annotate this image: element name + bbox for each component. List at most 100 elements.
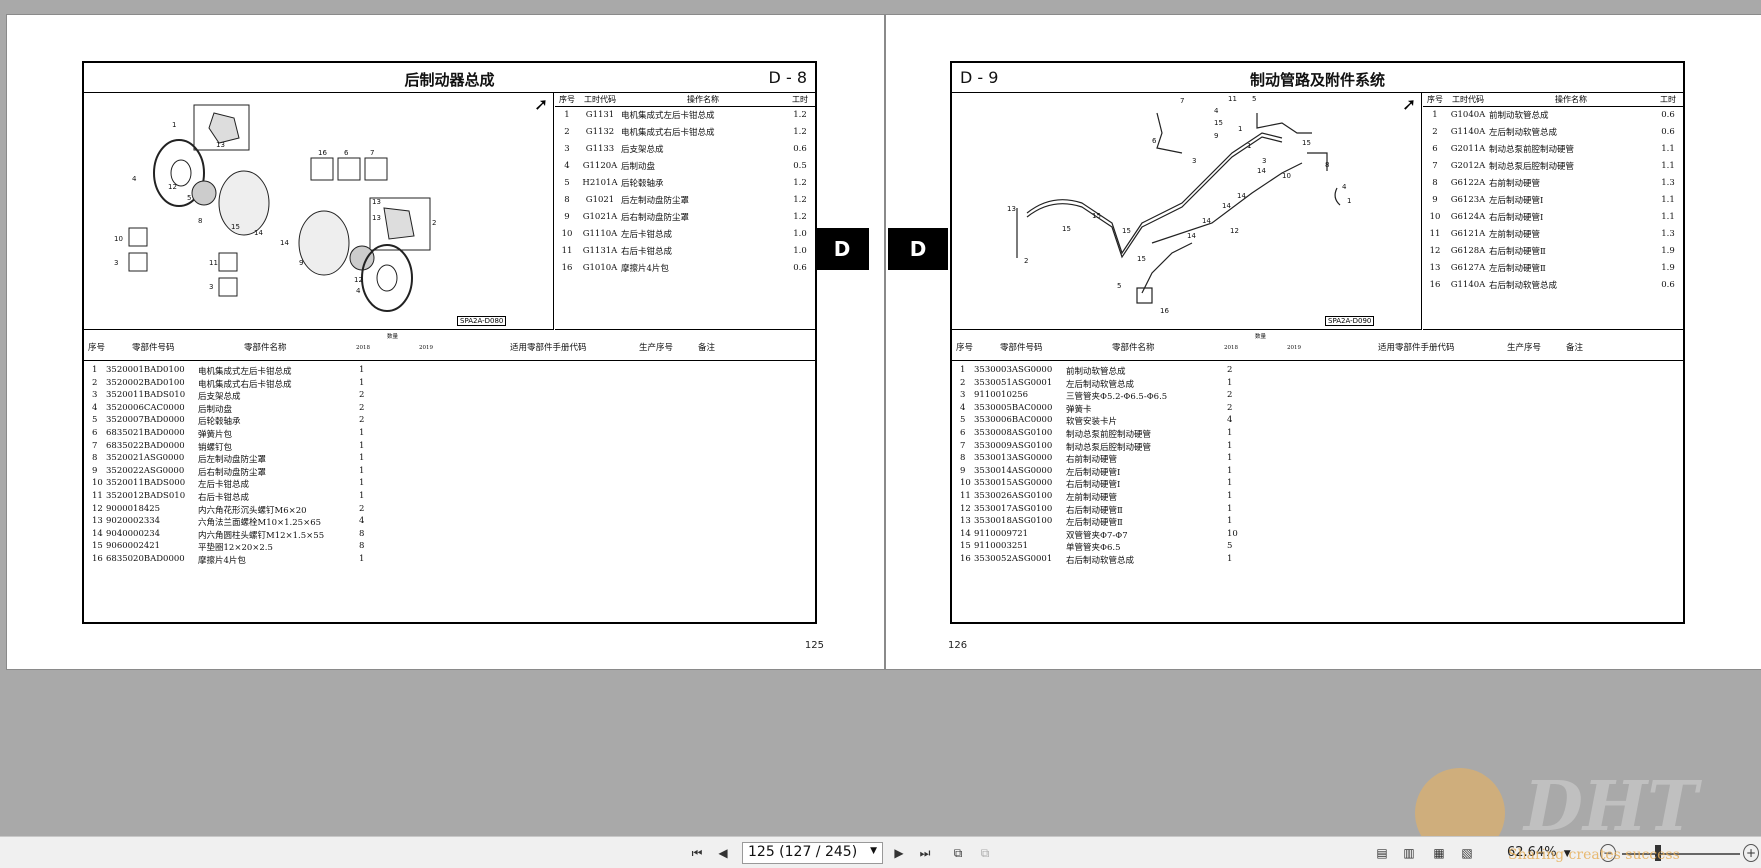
- svg-text:7: 7: [1180, 97, 1184, 105]
- ops-no: 10: [561, 228, 573, 239]
- svg-text:15: 15: [1137, 255, 1146, 263]
- ops-name: 右前制动硬管: [1489, 178, 1541, 189]
- table-row: 7 3530009ASG0100 制动总泵后腔制动硬管 1: [952, 441, 1683, 454]
- first-page-icon[interactable]: ⏮: [688, 844, 706, 862]
- part-name: 摩擦片4片包: [198, 555, 246, 566]
- part-name: 内六角花形沉头螺钉M6×20: [198, 505, 307, 516]
- continuous-view-icon[interactable]: ▥: [1400, 844, 1418, 862]
- table-row: 6 6835021BAD0000 弹簧片包 1: [84, 428, 815, 441]
- ops-hours: 1.1: [1661, 211, 1675, 222]
- section-code: D - 8: [768, 68, 807, 87]
- part-qty: 1: [1227, 503, 1233, 514]
- part-name: 左后制动硬管Ⅱ: [1066, 518, 1123, 529]
- ops-row: 13 G6127A 左后制动硬管Ⅱ 1.9: [1423, 259, 1683, 276]
- svg-text:15: 15: [1302, 139, 1311, 147]
- ops-row: 16 G1140A 右后制动软管总成 0.6: [1423, 276, 1683, 293]
- ops-code: H2101A: [582, 177, 618, 188]
- ops-name: 后右制动盘防尘罩: [621, 212, 690, 223]
- ops-hours: 1.9: [1661, 245, 1675, 256]
- hdr-note: 备注: [698, 343, 716, 353]
- hdr-qty: 数量: [1255, 334, 1267, 340]
- svg-text:5: 5: [187, 194, 191, 202]
- part-name: 平垫圈12×20×2.5: [198, 543, 273, 554]
- ops-name: 后制动盘: [621, 161, 656, 172]
- ops-row: 11 G6121A 左前制动硬管 1.3: [1423, 225, 1683, 242]
- next-page-icon[interactable]: ▶: [890, 844, 908, 862]
- part-name: 前制动软管总成: [1066, 367, 1126, 377]
- ops-hours: 1.1: [1661, 143, 1675, 154]
- parts-list: 1 3530003ASG0000 前制动软管总成 2 2 3530051ASG0001 左后…: [952, 365, 1683, 567]
- ops-name: 右后制动硬管Ⅱ: [1489, 246, 1546, 257]
- page-left: 后制动器总成 D - 8 1 13 16 6 7 4 12 5 8 15 14 …: [6, 14, 885, 670]
- ops-code: G1140A: [1450, 279, 1486, 290]
- part-number: 9110010256: [974, 390, 1029, 401]
- ops-code: G6124A: [1450, 211, 1486, 222]
- watermark-slogan: Sharing creates success: [1508, 847, 1680, 863]
- ops-code: G1140A: [1450, 126, 1486, 137]
- ops-code: G6122A: [1450, 177, 1486, 188]
- content-frame: 后制动器总成 D - 8 1 13 16 6 7 4 12 5 8 15 14 …: [82, 61, 817, 624]
- part-number: 3520021ASG0000: [106, 453, 185, 464]
- part-number: 9040000234: [106, 528, 161, 539]
- part-name: 后右制动盘防尘罩: [198, 467, 267, 478]
- ops-hours: 1.2: [793, 126, 807, 137]
- table-row: 14 9040000234 内六角圆柱头螺钉M12×1.5×55 8: [84, 529, 815, 542]
- svg-text:14: 14: [1202, 217, 1211, 225]
- part-no: 6: [92, 427, 98, 438]
- ops-hours: 1.3: [1661, 177, 1675, 188]
- part-no: 1: [92, 365, 98, 375]
- two-page-view-icon[interactable]: ▦: [1430, 844, 1448, 862]
- ops-row: 4 G1120A 后制动盘 0.5: [555, 157, 815, 174]
- ops-hours: 0.6: [1661, 279, 1675, 290]
- part-qty: 4: [1227, 415, 1233, 426]
- svg-text:14: 14: [1237, 192, 1246, 200]
- svg-text:12: 12: [1230, 227, 1239, 235]
- single-page-view-icon[interactable]: ▤: [1373, 844, 1391, 862]
- ops-row: 1 G1131 电机集成式左后卡钳总成 1.2: [555, 106, 815, 123]
- part-no: 2: [92, 377, 98, 388]
- part-no: 2: [960, 377, 966, 388]
- table-row: 1 3530003ASG0000 前制动软管总成 2: [952, 365, 1683, 378]
- ops-code: G2012A: [1450, 160, 1486, 171]
- svg-text:6: 6: [1152, 137, 1157, 145]
- diagram-ref-code: SPA2A-D080: [457, 316, 507, 326]
- last-page-icon[interactable]: ⏭: [915, 844, 935, 862]
- parts-table-header: 序号 零部件号码 零部件名称 数量 2018 2019 适用零部件手册代码 生产…: [84, 331, 815, 361]
- prev-page-icon[interactable]: ◀: [714, 844, 732, 862]
- col-no: 序号: [555, 93, 579, 107]
- svg-text:13: 13: [372, 198, 381, 206]
- svg-text:14: 14: [1187, 232, 1196, 240]
- chevron-down-icon[interactable]: ▼: [870, 846, 877, 856]
- fit-page-icon[interactable]: ⧉: [975, 844, 995, 862]
- part-qty: 2: [359, 503, 365, 514]
- ops-hours: 1.2: [793, 194, 807, 205]
- ops-row: 10 G6124A 右后制动硬管Ⅰ 1.1: [1423, 208, 1683, 225]
- two-page-continuous-icon[interactable]: ▧: [1458, 844, 1476, 862]
- ops-row: 12 G6128A 右后制动硬管Ⅱ 1.9: [1423, 242, 1683, 259]
- svg-text:3: 3: [1192, 157, 1196, 165]
- ops-row: 9 G6123A 左后制动硬管Ⅰ 1.1: [1423, 191, 1683, 208]
- page-number-field[interactable]: 125 (127 / 245) ▼: [742, 842, 883, 864]
- part-qty: 2: [1227, 365, 1233, 375]
- table-row: 3 3520011BADS010 后支架总成 2: [84, 390, 815, 403]
- ops-code: G1132: [585, 126, 615, 137]
- part-qty: 4: [359, 516, 365, 527]
- page-layout-icon[interactable]: ⧉: [948, 844, 968, 862]
- ops-no: 11: [561, 245, 573, 256]
- part-qty: 8: [359, 541, 365, 552]
- part-name: 后轮毂轴承: [198, 417, 241, 428]
- ops-row: 8 G6122A 右前制动硬管 1.3: [1423, 174, 1683, 191]
- ops-hours: 1.3: [1661, 228, 1675, 239]
- part-number: 3520011BADS000: [106, 478, 186, 489]
- part-number: 3520002BAD0100: [106, 377, 185, 388]
- table-row: 5 3530006BAC0000 软管安装卡片 4: [952, 415, 1683, 428]
- table-row: 10 3530015ASG0000 右后制动硬管Ⅰ 1: [952, 478, 1683, 491]
- svg-text:9: 9: [299, 259, 303, 267]
- ops-row: 11 G1131A 右后卡钳总成 1.0: [555, 242, 815, 259]
- table-row: 7 6835022BAD0000 销螺钉包 1: [84, 441, 815, 454]
- part-name: 左前制动硬管: [1066, 492, 1118, 503]
- part-number: 6835020BAD0000: [106, 553, 185, 564]
- zoom-in-icon[interactable]: +: [1743, 844, 1759, 862]
- svg-text:4: 4: [356, 287, 361, 295]
- svg-text:3: 3: [114, 259, 118, 267]
